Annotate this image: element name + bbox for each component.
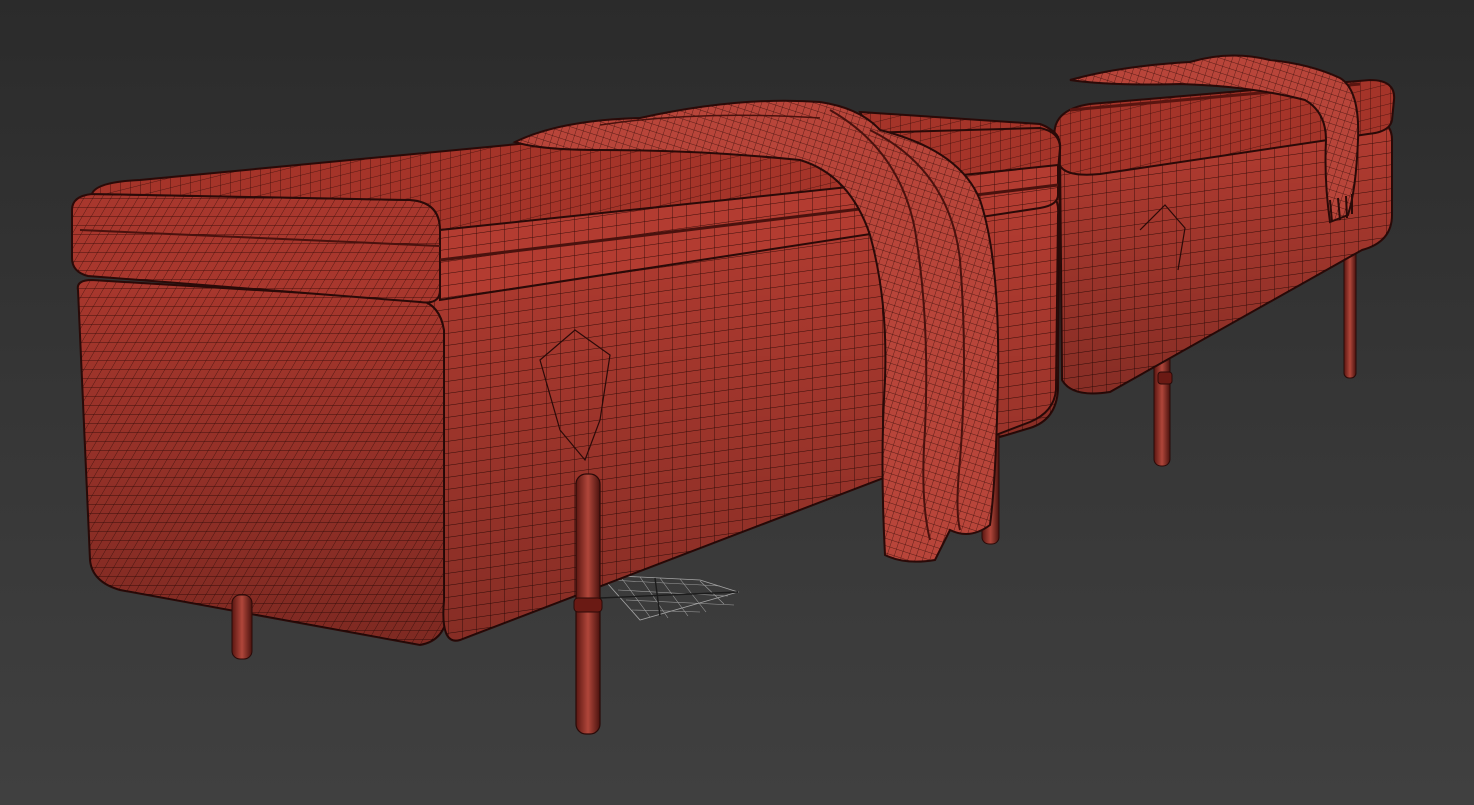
3d-viewport[interactable]	[0, 0, 1474, 805]
ground-grid-gizmo	[599, 574, 740, 621]
viewport-scene	[71, 54, 1396, 735]
bench-left	[71, 126, 1186, 647]
